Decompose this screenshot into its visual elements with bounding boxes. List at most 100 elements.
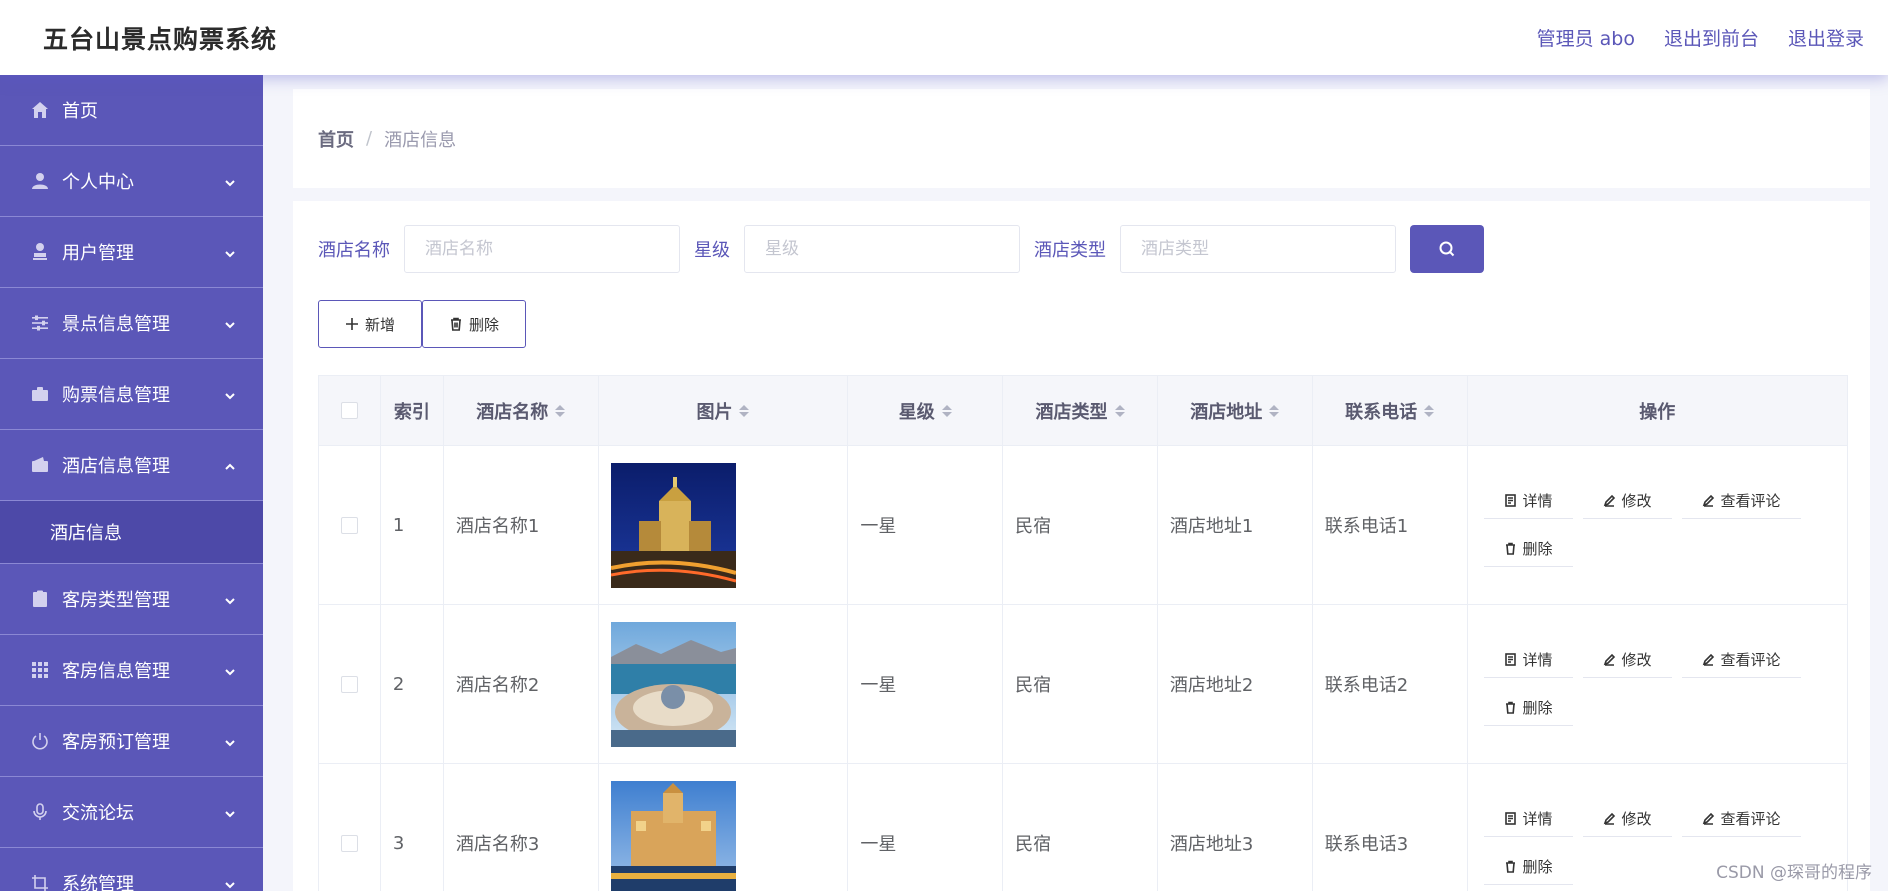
header-label: 星级 — [898, 401, 935, 423]
batch-delete-button[interactable]: 删除 — [422, 300, 526, 348]
briefcase-icon — [30, 384, 50, 404]
comments-label: 查看评论 — [1720, 492, 1781, 510]
hotel-image[interactable] — [610, 462, 736, 588]
sort-icon[interactable] — [1424, 404, 1435, 417]
app-title: 五台山景点购票系统 — [43, 24, 278, 54]
view-comments-button[interactable]: 查看评论 — [1681, 642, 1801, 678]
detail-button[interactable]: 详情 — [1483, 483, 1573, 519]
cell-address: 酒店地址2 — [1158, 605, 1313, 763]
pencil-icon — [1702, 653, 1714, 666]
detail-button[interactable]: 详情 — [1483, 801, 1573, 837]
home-icon — [30, 100, 50, 120]
hotel-image[interactable] — [610, 621, 736, 747]
header-hotel-type[interactable]: 酒店类型 — [1003, 376, 1158, 445]
select-all-checkbox[interactable] — [340, 402, 358, 419]
table-row: 2 酒店名称2 一星 民宿 酒店地址2 联系电话2 详情 修改 查看评论 删除 — [319, 605, 1847, 764]
search-bar: 酒店名称 星级 酒店类型 — [318, 225, 1484, 273]
sort-icon[interactable] — [941, 404, 952, 417]
sort-icon[interactable] — [1269, 404, 1280, 417]
search-button[interactable] — [1410, 225, 1484, 273]
sidebar-item-label: 景点信息管理 — [62, 314, 170, 335]
sidebar-item-forum[interactable]: 交流论坛 — [0, 777, 263, 848]
delete-label: 删除 — [1522, 540, 1553, 558]
chevron-down-icon — [223, 174, 237, 188]
delete-label: 删除 — [1522, 858, 1553, 876]
cell-star: 一星 — [848, 764, 1004, 891]
edit-button[interactable]: 修改 — [1582, 483, 1672, 519]
sidebar-item-user-management[interactable]: 用户管理 — [0, 217, 263, 288]
view-comments-button[interactable]: 查看评论 — [1681, 483, 1801, 519]
cell-index: 3 — [381, 764, 444, 891]
top-links: 管理员 abo 退出到前台 退出登录 — [1537, 24, 1864, 51]
header-hotel-name[interactable]: 酒店名称 — [444, 376, 599, 445]
edit-button[interactable]: 修改 — [1582, 642, 1672, 678]
header-address[interactable]: 酒店地址 — [1158, 376, 1313, 445]
delete-button-label: 删除 — [468, 315, 499, 334]
crop-icon — [30, 873, 50, 891]
sidebar-item-room-info-management[interactable]: 客房信息管理 — [0, 635, 263, 706]
star-input[interactable] — [744, 225, 1020, 273]
comments-label: 查看评论 — [1720, 810, 1781, 828]
delete-button[interactable]: 删除 — [1483, 690, 1573, 726]
sidebar-item-hotel-management[interactable]: 酒店信息管理 — [0, 430, 263, 501]
row-checkbox[interactable] — [340, 834, 358, 852]
sort-icon[interactable] — [555, 404, 566, 417]
document-icon — [1504, 812, 1516, 825]
delete-label: 删除 — [1522, 699, 1553, 717]
sidebar-item-scenic-management[interactable]: 景点信息管理 — [0, 288, 263, 359]
sidebar-subitem-hotel-info[interactable]: 酒店信息 — [0, 501, 263, 564]
header-label: 索引 — [393, 401, 430, 423]
document-icon — [1504, 653, 1516, 666]
sidebar-item-room-booking-management[interactable]: 客房预订管理 — [0, 706, 263, 777]
logout-link[interactable]: 退出登录 — [1788, 24, 1864, 51]
cell-star: 一星 — [848, 605, 1004, 763]
header-star[interactable]: 星级 — [848, 376, 1004, 445]
chevron-down-icon — [223, 805, 237, 819]
sort-icon[interactable] — [1114, 404, 1125, 417]
microphone-icon — [30, 802, 50, 822]
watermark: CSDN @琛哥的程序 — [1716, 863, 1872, 883]
cell-address: 酒店地址3 — [1158, 764, 1313, 891]
header-label: 图片 — [696, 401, 733, 423]
add-button-label: 新增 — [364, 315, 395, 334]
cell-hotel-type: 民宿 — [1003, 446, 1158, 604]
breadcrumb-home[interactable]: 首页 — [318, 126, 354, 152]
clipboard-icon — [30, 589, 50, 609]
edit-button[interactable]: 修改 — [1582, 801, 1672, 837]
header-image[interactable]: 图片 — [599, 376, 849, 445]
hotel-name-input[interactable] — [404, 225, 680, 273]
hotel-type-input[interactable] — [1120, 225, 1396, 273]
trash-icon — [1505, 860, 1515, 873]
back-to-front-link[interactable]: 退出到前台 — [1664, 24, 1759, 51]
delete-button[interactable]: 删除 — [1483, 849, 1573, 885]
trash-icon — [1505, 701, 1515, 714]
hotel-image[interactable] — [610, 780, 736, 891]
sidebar-item-ticket-management[interactable]: 购票信息管理 — [0, 359, 263, 430]
row-checkbox[interactable] — [340, 675, 358, 693]
sort-icon[interactable] — [739, 404, 750, 417]
header-label: 酒店名称 — [476, 401, 549, 423]
chevron-up-icon — [223, 458, 237, 472]
sidebar-item-personal-center[interactable]: 个人中心 — [0, 146, 263, 217]
cell-star: 一星 — [848, 446, 1004, 604]
pencil-icon — [1603, 494, 1615, 507]
header-phone[interactable]: 联系电话 — [1313, 376, 1468, 445]
admin-link[interactable]: 管理员 abo — [1537, 24, 1635, 51]
row-checkbox[interactable] — [340, 516, 358, 534]
content-card: 酒店名称 星级 酒店类型 新增 删除 索引 酒店名称 图片 星级 酒店类型 酒店… — [293, 201, 1870, 891]
sidebar-item-home[interactable]: 首页 — [0, 75, 263, 146]
sidebar-item-label: 系统管理 — [62, 874, 134, 891]
table-row: 3 酒店名称3 一星 民宿 酒店地址3 联系电话3 详情 修改 查看评论 删除 — [319, 764, 1847, 891]
view-comments-button[interactable]: 查看评论 — [1681, 801, 1801, 837]
add-button[interactable]: 新增 — [318, 300, 422, 348]
edit-label: 修改 — [1621, 492, 1652, 510]
sidebar-item-system-management[interactable]: 系统管理 — [0, 848, 263, 891]
grid-icon — [30, 660, 50, 680]
sidebar-item-label: 个人中心 — [62, 172, 134, 193]
detail-button[interactable]: 详情 — [1483, 642, 1573, 678]
document-icon — [1504, 494, 1516, 507]
chevron-down-icon — [223, 663, 237, 677]
sidebar-item-label: 客房预订管理 — [62, 732, 170, 753]
delete-button[interactable]: 删除 — [1483, 531, 1573, 567]
sidebar-item-room-type-management[interactable]: 客房类型管理 — [0, 564, 263, 635]
